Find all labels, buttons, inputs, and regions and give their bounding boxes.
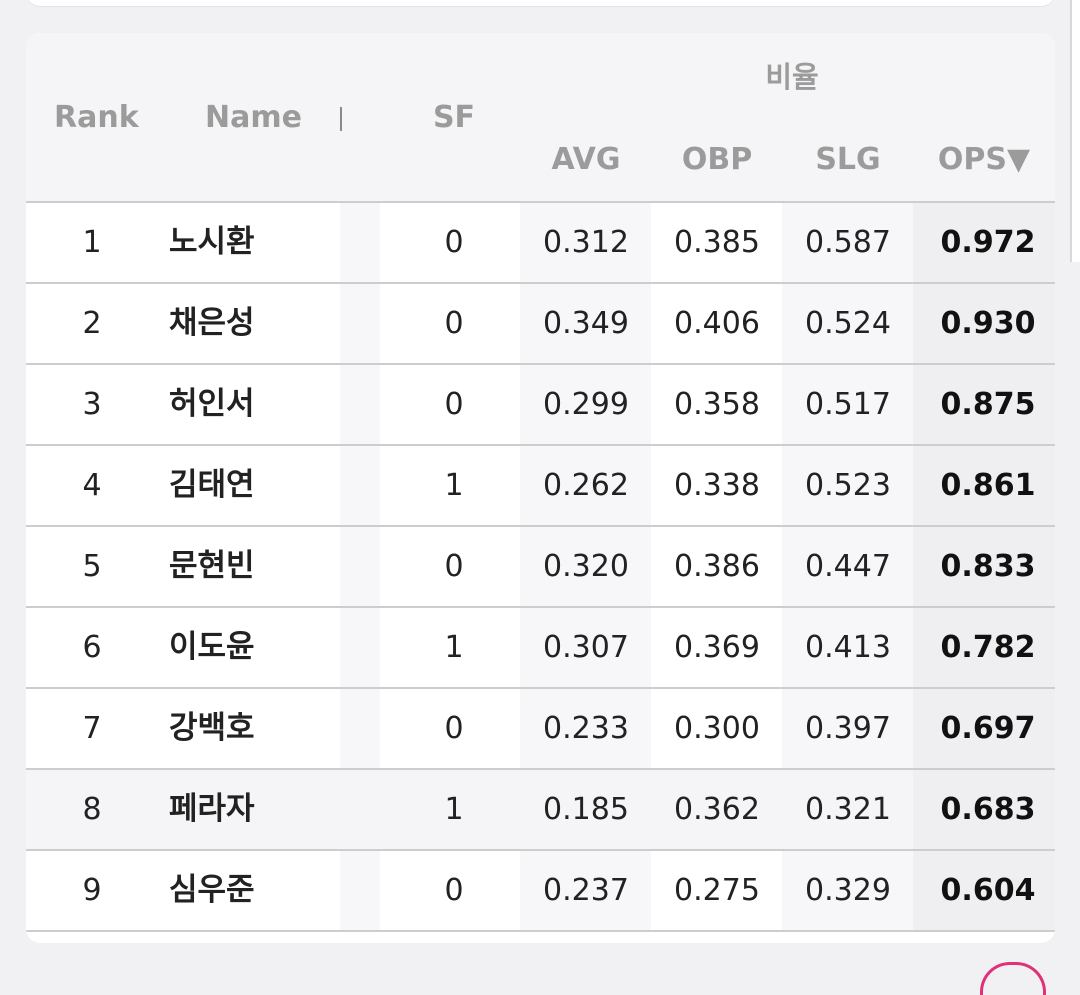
column-stripe — [340, 608, 380, 687]
cell-ops: 0.972 — [940, 225, 1036, 260]
cell-ops: 0.930 — [940, 306, 1036, 341]
cell-avg: 0.307 — [543, 630, 629, 665]
cell-name[interactable]: 김태연 — [169, 446, 255, 525]
cell-slg: 0.321 — [805, 792, 891, 827]
cell-slg: 0.517 — [805, 387, 891, 422]
cell-slg: 0.447 — [805, 549, 891, 584]
cell-avg: 0.299 — [543, 387, 629, 422]
cell-rank: 6 — [82, 630, 102, 665]
cell-obp: 0.300 — [674, 711, 760, 746]
column-stripe — [340, 284, 380, 363]
cell-slg: 0.329 — [805, 873, 891, 908]
column-stripe — [340, 527, 380, 606]
cell-sf: 0 — [444, 711, 464, 746]
cell-rank: 5 — [82, 549, 102, 584]
cell-obp: 0.338 — [674, 468, 760, 503]
cell-rank: 3 — [82, 387, 102, 422]
cell-name[interactable]: 문현빈 — [169, 527, 255, 606]
cell-avg: 0.262 — [543, 468, 629, 503]
previous-card — [26, 0, 1055, 6]
column-stripe — [340, 365, 380, 444]
floating-button-edge[interactable] — [980, 962, 1046, 995]
cell-rank: 2 — [82, 306, 102, 341]
table-row[interactable]: 6 이도윤 1 0.307 0.369 0.413 0.782 — [26, 606, 1055, 687]
cell-sf: 1 — [444, 468, 464, 503]
table-row[interactable]: 2 채은성 0 0.349 0.406 0.524 0.930 — [26, 282, 1055, 363]
cell-name[interactable]: 이도윤 — [169, 608, 255, 687]
cell-sf: 0 — [444, 306, 464, 341]
cell-avg: 0.349 — [543, 306, 629, 341]
table-row[interactable]: 9 심우준 0 0.237 0.275 0.329 0.604 — [26, 849, 1055, 932]
cell-ops: 0.875 — [940, 387, 1036, 422]
cell-slg: 0.413 — [805, 630, 891, 665]
cell-ops: 0.683 — [940, 792, 1036, 827]
cell-avg: 0.185 — [543, 792, 629, 827]
cell-ops: 0.782 — [940, 630, 1036, 665]
cell-sf: 0 — [444, 549, 464, 584]
cell-ops: 0.604 — [940, 873, 1036, 908]
table-header: Rank Name SF 비율 AVG OBP SLG OPS▼ — [26, 33, 1055, 201]
cell-obp: 0.385 — [674, 225, 760, 260]
table-row[interactable]: 1 노시환 0 0.312 0.385 0.587 0.972 — [26, 201, 1055, 282]
cell-sf: 0 — [444, 225, 464, 260]
table-row[interactable]: 7 강백호 0 0.233 0.300 0.397 0.697 — [26, 687, 1055, 768]
cell-obp: 0.358 — [674, 387, 760, 422]
cell-obp: 0.275 — [674, 873, 760, 908]
cell-avg: 0.237 — [543, 873, 629, 908]
cell-rank: 8 — [82, 792, 102, 827]
cell-name[interactable]: 허인서 — [169, 365, 255, 444]
column-stripe — [340, 851, 380, 930]
scroll-edge — [1070, 0, 1080, 262]
cell-ops: 0.861 — [940, 468, 1036, 503]
cell-sf: 1 — [444, 792, 464, 827]
cell-name[interactable]: 강백호 — [169, 689, 255, 768]
table-row[interactable]: 8 페라자 1 0.185 0.362 0.321 0.683 — [26, 768, 1055, 849]
cell-name[interactable]: 채은성 — [169, 284, 255, 363]
header-name[interactable]: Name — [205, 98, 302, 138]
cell-sf: 0 — [444, 387, 464, 422]
header-avg[interactable]: AVG — [551, 140, 620, 180]
cell-obp: 0.406 — [674, 306, 760, 341]
header-ops-sorted[interactable]: OPS▼ — [938, 140, 1030, 180]
cell-sf: 1 — [444, 630, 464, 665]
cell-slg: 0.523 — [805, 468, 891, 503]
cell-slg: 0.524 — [805, 306, 891, 341]
cell-name[interactable]: 심우준 — [169, 851, 255, 930]
cell-slg: 0.587 — [805, 225, 891, 260]
stats-table: Rank Name SF 비율 AVG OBP SLG OPS▼ 1 노시환 0 0.… — [26, 33, 1055, 943]
header-rank[interactable]: Rank — [54, 98, 139, 138]
header-slg[interactable]: SLG — [815, 140, 880, 180]
column-stripe — [340, 689, 380, 768]
cell-sf: 0 — [444, 873, 464, 908]
cell-name[interactable]: 페라자 — [169, 770, 255, 849]
cell-avg: 0.320 — [543, 549, 629, 584]
cell-obp: 0.369 — [674, 630, 760, 665]
header-sf[interactable]: SF — [433, 98, 475, 138]
cell-ops: 0.697 — [940, 711, 1036, 746]
cell-avg: 0.233 — [543, 711, 629, 746]
cell-obp: 0.386 — [674, 549, 760, 584]
cell-rank: 7 — [82, 711, 102, 746]
table-body: 1 노시환 0 0.312 0.385 0.587 0.972 2 채은성 0 0.349 0.406… — [26, 201, 1055, 932]
column-stripe — [340, 446, 380, 525]
header-obp[interactable]: OBP — [682, 140, 752, 180]
table-row[interactable]: 5 문현빈 0 0.320 0.386 0.447 0.833 — [26, 525, 1055, 606]
table-row[interactable]: 3 허인서 0 0.299 0.358 0.517 0.875 — [26, 363, 1055, 444]
table-row[interactable]: 4 김태연 1 0.262 0.338 0.523 0.861 — [26, 444, 1055, 525]
column-stripe — [340, 203, 380, 282]
header-group-ratio: 비율 — [765, 60, 819, 94]
cell-ops: 0.833 — [940, 549, 1036, 584]
cell-rank: 4 — [82, 468, 102, 503]
cell-obp: 0.362 — [674, 792, 760, 827]
column-divider — [340, 107, 342, 131]
cell-avg: 0.312 — [543, 225, 629, 260]
cell-slg: 0.397 — [805, 711, 891, 746]
cell-name[interactable]: 노시환 — [169, 203, 255, 282]
cell-rank: 1 — [82, 225, 102, 260]
cell-rank: 9 — [82, 873, 102, 908]
